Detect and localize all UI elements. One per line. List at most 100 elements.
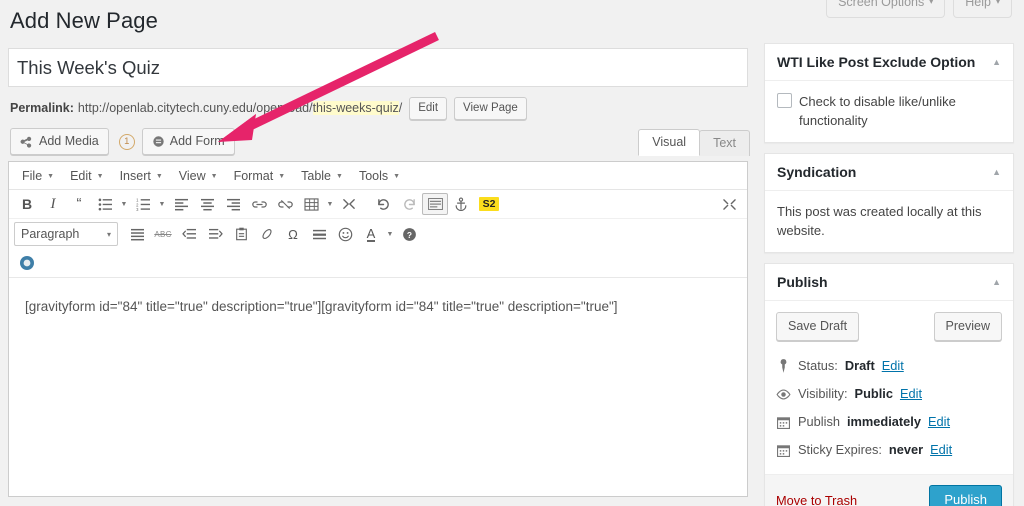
menu-file[interactable]: File ▼ [15, 167, 61, 185]
numbered-list-icon[interactable]: 1 2 3 [130, 193, 156, 215]
fullscreen-icon[interactable] [716, 193, 742, 215]
menu-insert[interactable]: Insert ▼ [113, 167, 170, 185]
wti-panel-header[interactable]: WTI Like Post Exclude Option ▲ [765, 44, 1013, 81]
menu-view-label: View [178, 169, 206, 183]
help-tab[interactable]: Help ▾ [953, 0, 1012, 18]
wti-disable-like-checkbox-row[interactable]: Check to disable like/unlike functionali… [777, 92, 1001, 130]
permalink-prefix: http://openlab.citytech.cuny.edu/openroa… [77, 101, 313, 115]
horizontal-rule-icon[interactable] [306, 223, 332, 245]
sticky-expires-value: never [888, 442, 924, 457]
status-label: Status: [798, 358, 838, 373]
chevron-down-icon: ▼ [210, 172, 218, 180]
indent-glyph [208, 228, 223, 239]
chevron-up-icon[interactable]: ▲ [992, 273, 1001, 291]
menu-format[interactable]: Format ▼ [227, 167, 293, 185]
screen-options-tab[interactable]: Screen Options ▾ [826, 0, 946, 18]
justify-glyph [130, 228, 144, 240]
align-right-icon[interactable] [220, 193, 246, 215]
editor-mode-tabs: Visual Text [638, 128, 750, 156]
text-color-icon[interactable]: A [358, 223, 384, 245]
table-icon[interactable] [298, 193, 324, 215]
undo-glyph [377, 198, 389, 210]
italic-icon[interactable]: I [40, 193, 66, 215]
tab-visual[interactable]: Visual [638, 128, 701, 156]
chevron-down-icon[interactable]: ▼ [118, 201, 130, 208]
paragraph-format-select[interactable]: Paragraph ▾ [14, 222, 118, 246]
edit-publish-date-link[interactable]: Edit [928, 413, 950, 431]
chevron-down-icon[interactable]: ▼ [324, 201, 336, 208]
calendar-glyph [777, 444, 790, 457]
menu-edit-label: Edit [70, 169, 92, 183]
chevron-down-icon[interactable]: ▼ [156, 201, 168, 208]
syndication-panel-header[interactable]: Syndication ▲ [765, 154, 1013, 191]
edit-visibility-link[interactable]: Edit [900, 385, 922, 403]
add-form-label: Add Form [169, 134, 225, 148]
align-center-icon[interactable] [194, 193, 220, 215]
menu-table[interactable]: Table ▼ [294, 167, 350, 185]
calendar-icon [776, 444, 791, 457]
help-label: Help [965, 0, 991, 9]
add-form-button[interactable]: Add Form [141, 128, 235, 155]
justify-icon[interactable] [124, 223, 150, 245]
wti-disable-like-checkbox[interactable] [777, 93, 792, 108]
publish-button[interactable]: Publish [929, 485, 1002, 506]
tab-text[interactable]: Text [699, 129, 750, 156]
paste-as-text-icon[interactable] [228, 223, 254, 245]
save-draft-button[interactable]: Save Draft [776, 312, 860, 341]
view-page-button[interactable]: View Page [454, 96, 527, 120]
menu-view[interactable]: View ▼ [172, 167, 225, 185]
blockquote-icon[interactable]: “ [66, 193, 92, 215]
editor-toolbar-row-3 [9, 249, 747, 278]
wti-panel-title: WTI Like Post Exclude Option [777, 54, 976, 70]
post-title-input[interactable] [8, 48, 748, 87]
paragraph-format-value: Paragraph [21, 227, 80, 241]
edit-status-link[interactable]: Edit [882, 357, 904, 375]
move-to-trash-link[interactable]: Move to Trash [776, 493, 857, 506]
publish-panel: Publish ▲ Save Draft Preview Status: Dra… [764, 263, 1014, 506]
edit-sticky-expires-link[interactable]: Edit [930, 441, 952, 459]
publish-panel-header[interactable]: Publish ▲ [765, 264, 1013, 301]
menu-format-label: Format [233, 169, 274, 183]
add-media-button[interactable]: Add Media [10, 128, 109, 155]
sticky-expires-label: Sticky Expires: [798, 442, 882, 457]
table-glyph [303, 197, 319, 211]
keyboard-shortcuts-icon[interactable]: ? [396, 223, 422, 245]
editor-content-area[interactable]: [gravityform id="84" title="true" descri… [9, 278, 747, 496]
chevron-down-icon[interactable]: ▼ [384, 231, 396, 238]
permalink-slug[interactable]: this-weeks-quiz [312, 101, 399, 115]
pin-icon [776, 359, 791, 373]
indent-icon[interactable] [202, 223, 228, 245]
s2-subscribe-badge[interactable]: S2 [474, 193, 504, 215]
bullet-list-icon[interactable] [92, 193, 118, 215]
toolbar-toggle-icon[interactable] [422, 193, 448, 215]
strikethrough-icon[interactable]: ABC [150, 223, 176, 245]
insert-link-icon[interactable] [246, 193, 272, 215]
chevron-up-icon[interactable]: ▲ [992, 53, 1001, 71]
bold-icon[interactable]: B [14, 193, 40, 215]
undo-icon[interactable] [370, 193, 396, 215]
permalink-url[interactable]: http://openlab.citytech.cuny.edu/openroa… [78, 101, 402, 115]
redo-icon[interactable] [396, 193, 422, 215]
special-character-icon[interactable]: Ω [280, 223, 306, 245]
align-left-glyph [174, 198, 188, 210]
eye-icon [776, 389, 791, 400]
unlink-icon[interactable] [272, 193, 298, 215]
outdent-icon[interactable] [176, 223, 202, 245]
anchor-icon[interactable] [448, 193, 474, 215]
edit-permalink-button[interactable]: Edit [409, 96, 448, 120]
emoticon-icon[interactable] [332, 223, 358, 245]
globe-plugin-icon[interactable] [17, 252, 37, 274]
calendar-glyph [777, 416, 790, 429]
preview-button[interactable]: Preview [933, 312, 1002, 341]
chevron-up-icon[interactable]: ▲ [992, 163, 1001, 181]
screen-options-label: Screen Options [838, 0, 925, 9]
omega-glyph: Ω [288, 226, 298, 242]
align-left-icon[interactable] [168, 193, 194, 215]
clear-formatting-icon[interactable] [254, 223, 280, 245]
menu-edit[interactable]: Edit ▼ [63, 167, 110, 185]
page-title: Add New Page [10, 8, 158, 33]
menu-tools[interactable]: Tools ▼ [352, 167, 407, 185]
read-more-icon[interactable] [336, 193, 362, 215]
syndication-panel: Syndication ▲ This post was created loca… [764, 153, 1014, 253]
editor-menubar: File ▼ Edit ▼ Insert ▼ View ▼ Format ▼ Table ▼… [9, 162, 747, 190]
